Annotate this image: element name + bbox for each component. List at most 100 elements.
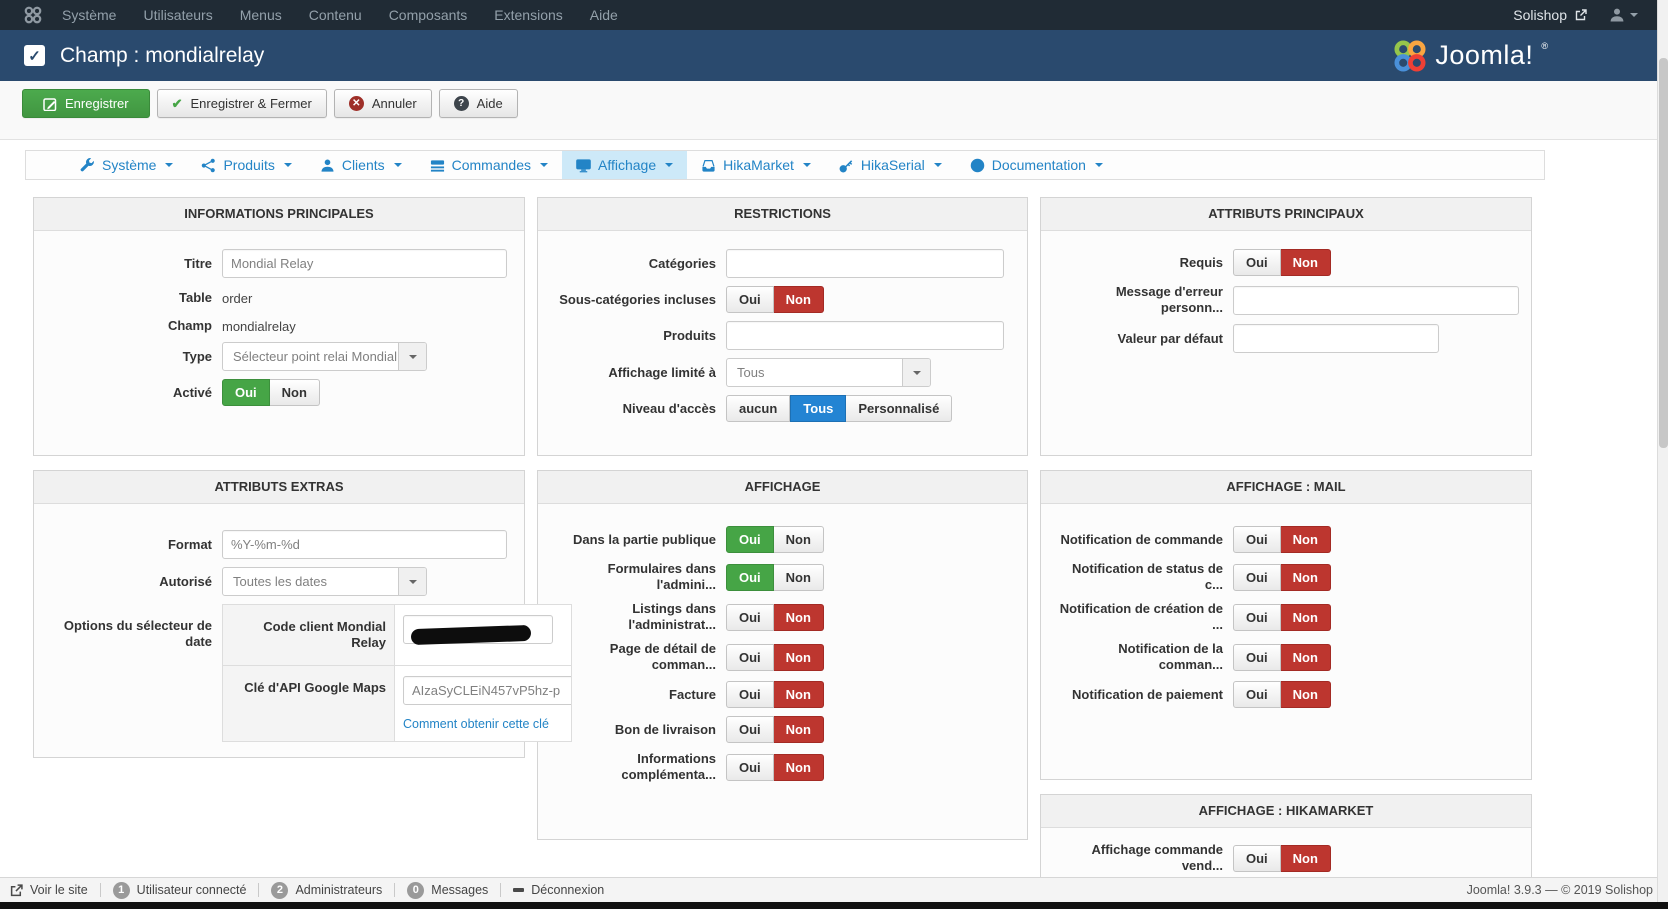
tab-label: Affichage bbox=[598, 157, 657, 173]
non-button[interactable]: Non bbox=[773, 681, 824, 708]
valeur-defaut-input[interactable] bbox=[1233, 324, 1439, 353]
joomla-logo-icon bbox=[1394, 39, 1426, 72]
menu-aide[interactable]: Aide bbox=[590, 7, 618, 23]
oui-button[interactable]: Oui bbox=[726, 681, 774, 708]
titre-input[interactable] bbox=[222, 249, 507, 278]
menu-systeme[interactable]: Système bbox=[62, 7, 116, 23]
logout-link[interactable]: Déconnexion bbox=[513, 883, 604, 897]
tab-documentation[interactable]: Documentation bbox=[956, 151, 1117, 179]
non-button[interactable]: Non bbox=[773, 526, 824, 553]
user-menu[interactable] bbox=[1609, 7, 1638, 23]
field-row-affichage-limite: Affichage limité à Tous bbox=[548, 358, 1017, 387]
oui-non-toggle: Oui Non bbox=[726, 563, 824, 591]
non-button[interactable]: Non bbox=[773, 563, 824, 591]
format-input[interactable] bbox=[222, 530, 507, 559]
panel-attributs-extras: ATTRIBUTS EXTRAS Format Autorisé Toutes … bbox=[33, 470, 572, 758]
get-key-link[interactable]: Comment obtenir cette clé bbox=[403, 717, 571, 731]
market-box-icon bbox=[702, 159, 715, 172]
limite-select[interactable]: Tous bbox=[726, 358, 931, 387]
menu-extensions[interactable]: Extensions bbox=[494, 7, 562, 23]
tab-label: Commandes bbox=[451, 157, 531, 173]
oui-button[interactable]: Oui bbox=[726, 753, 774, 781]
oui-button[interactable]: Oui bbox=[726, 563, 774, 591]
field-label: Formulaires dans l'admini... bbox=[607, 561, 716, 592]
vertical-scrollbar[interactable] bbox=[1657, 0, 1668, 902]
column-2: RESTRICTIONS Catégories Sous-catégories … bbox=[537, 197, 1028, 840]
field-row: Facture Oui Non bbox=[548, 681, 1017, 708]
message-erreur-input[interactable] bbox=[1233, 285, 1519, 315]
oui-button[interactable]: Oui bbox=[1233, 563, 1281, 591]
google-maps-key-input[interactable] bbox=[403, 676, 571, 705]
field-label: Listings dans l'administrat... bbox=[628, 601, 716, 632]
non-button[interactable]: Non bbox=[773, 643, 824, 671]
version-copyright: Joomla! 3.9.3 — © 2019 Solishop bbox=[1466, 883, 1653, 897]
non-button[interactable]: Non bbox=[1280, 681, 1331, 708]
tous-button[interactable]: Tous bbox=[790, 395, 847, 422]
oui-button[interactable]: Oui bbox=[726, 286, 774, 313]
save-button[interactable]: Enregistrer bbox=[22, 89, 150, 118]
personnalise-button[interactable]: Personnalisé bbox=[846, 395, 953, 422]
menu-contenu[interactable]: Contenu bbox=[309, 7, 362, 23]
aucun-button[interactable]: aucun bbox=[726, 395, 791, 422]
oui-button[interactable]: Oui bbox=[222, 379, 270, 406]
non-button[interactable]: Non bbox=[269, 379, 320, 406]
field-label: Page de détail de comman... bbox=[609, 641, 716, 672]
produits-input[interactable] bbox=[726, 321, 1004, 350]
oui-button[interactable]: Oui bbox=[1233, 844, 1281, 872]
external-link-icon bbox=[10, 883, 23, 896]
non-button[interactable]: Non bbox=[773, 753, 824, 781]
field-label: Facture bbox=[669, 686, 716, 702]
oui-button[interactable]: Oui bbox=[726, 643, 774, 671]
menu-menus[interactable]: Menus bbox=[240, 7, 282, 23]
view-site-link[interactable]: Voir le site bbox=[10, 883, 88, 897]
non-button[interactable]: Non bbox=[773, 286, 824, 313]
non-button[interactable]: Non bbox=[1280, 249, 1331, 276]
non-button[interactable]: Non bbox=[1280, 563, 1331, 591]
oui-non-toggle: Oui Non bbox=[1233, 603, 1331, 631]
oui-button[interactable]: Oui bbox=[726, 603, 774, 631]
oui-button[interactable]: Oui bbox=[1233, 681, 1281, 708]
site-preview-link[interactable]: Solishop bbox=[1513, 7, 1567, 23]
save-close-button[interactable]: ✔ Enregistrer & Fermer bbox=[156, 89, 327, 118]
oui-button[interactable]: Oui bbox=[1233, 643, 1281, 671]
tab-hikamarket[interactable]: HikaMarket bbox=[687, 151, 825, 179]
tab-commandes[interactable]: Commandes bbox=[416, 151, 562, 179]
non-button[interactable]: Non bbox=[1280, 526, 1331, 553]
field-label: Sous-catégories incluses bbox=[559, 291, 716, 307]
non-button[interactable]: Non bbox=[1280, 603, 1331, 631]
oui-button[interactable]: Oui bbox=[1233, 526, 1281, 553]
autorise-select-value: Toutes les dates bbox=[233, 574, 327, 589]
tab-affichage[interactable]: Affichage bbox=[562, 151, 688, 179]
scrollbar-thumb[interactable] bbox=[1659, 58, 1668, 448]
categories-input[interactable] bbox=[726, 249, 1004, 278]
menu-composants[interactable]: Composants bbox=[389, 7, 468, 23]
field-row: Notification de la comman... Oui Non bbox=[1051, 641, 1521, 673]
non-button[interactable]: Non bbox=[773, 603, 824, 631]
messages[interactable]: 0 Messages bbox=[407, 881, 488, 899]
oui-button[interactable]: Oui bbox=[1233, 249, 1281, 276]
non-button[interactable]: Non bbox=[1280, 844, 1331, 872]
oui-button[interactable]: Oui bbox=[1233, 603, 1281, 631]
non-button[interactable]: Non bbox=[1280, 643, 1331, 671]
tab-label: HikaSerial bbox=[860, 157, 925, 173]
joomla-logo: Joomla! ® bbox=[1393, 39, 1548, 73]
non-button[interactable]: Non bbox=[773, 716, 824, 743]
tab-clients[interactable]: Clients bbox=[306, 151, 416, 179]
users-label: Utilisateur connecté bbox=[136, 883, 247, 897]
oui-button[interactable]: Oui bbox=[726, 526, 774, 553]
tab-produits[interactable]: Produits bbox=[187, 151, 305, 179]
type-select[interactable]: Sélecteur point relai Mondial ... bbox=[222, 342, 427, 371]
tab-systeme[interactable]: Système bbox=[66, 151, 187, 179]
help-button[interactable]: ? Aide bbox=[438, 89, 518, 118]
connected-users[interactable]: 1 Utilisateur connecté bbox=[112, 881, 247, 899]
oui-button[interactable]: Oui bbox=[726, 716, 774, 743]
view-site-label: Voir le site bbox=[30, 883, 88, 897]
administrators[interactable]: 2 Administrateurs bbox=[271, 881, 382, 899]
tab-hikaserial[interactable]: HikaSerial bbox=[825, 151, 956, 179]
autorise-select[interactable]: Toutes les dates bbox=[222, 567, 427, 596]
top-admin-bar: Système Utilisateurs Menus Contenu Compo… bbox=[0, 0, 1668, 30]
field-row: Dans la partie publique Oui Non bbox=[548, 526, 1017, 553]
cancel-button[interactable]: ✕ Annuler bbox=[333, 89, 432, 118]
menu-utilisateurs[interactable]: Utilisateurs bbox=[143, 7, 212, 23]
cancel-icon: ✕ bbox=[348, 96, 364, 111]
